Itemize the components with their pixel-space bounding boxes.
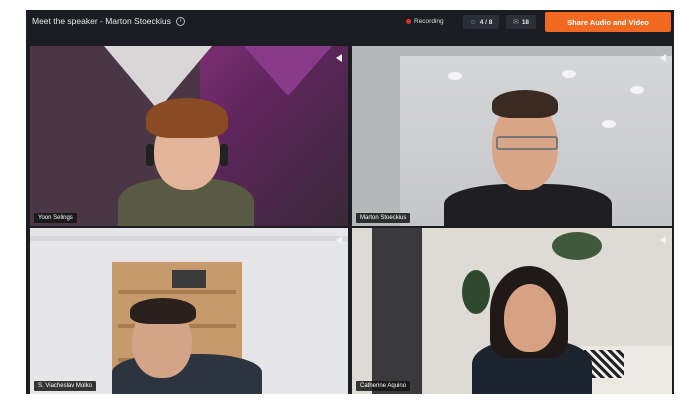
pin-flag-icon[interactable]: [336, 54, 342, 62]
video-tile-3[interactable]: S. Viacheslav Molko: [30, 228, 348, 394]
people-icon: ☺: [469, 18, 477, 26]
participant-body: [444, 184, 612, 226]
meeting-title: Meet the speaker - Marton Stoeckius i: [32, 16, 186, 27]
recording-indicator: Recording: [406, 18, 444, 25]
recording-dot-icon: [406, 19, 411, 24]
video-tile-2[interactable]: Marton Stoeckius: [352, 46, 672, 226]
video-tile-1[interactable]: Yoon Selings: [30, 46, 348, 226]
chat-button[interactable]: ✉ 18: [506, 15, 536, 29]
participant-name: S. Viacheslav Molko: [34, 381, 96, 391]
headphones-icon: [146, 144, 154, 166]
participant-name: Catherine Aquino: [356, 381, 411, 391]
participants-button[interactable]: ☺ 4 / 8: [463, 15, 499, 29]
share-audio-video-button[interactable]: Share Audio and Video: [545, 12, 671, 32]
video-tile-4[interactable]: Catherine Aquino: [352, 228, 672, 394]
pin-flag-icon[interactable]: [336, 236, 342, 244]
participants-count: 4 / 8: [479, 18, 493, 26]
participant-name: Yoon Selings: [34, 213, 77, 223]
chat-count: 18: [521, 18, 530, 26]
participant-name: Marton Stoeckius: [356, 213, 411, 223]
top-bar: Meet the speaker - Marton Stoeckius i Re…: [26, 10, 674, 34]
meeting-title-text: Meet the speaker - Marton Stoeckius: [32, 16, 171, 26]
glasses-icon: [496, 136, 558, 150]
info-icon[interactable]: i: [176, 17, 186, 27]
pin-flag-icon[interactable]: [660, 236, 666, 244]
pin-flag-icon[interactable]: [660, 54, 666, 62]
chat-icon: ✉: [512, 19, 519, 26]
video-call-window: Meet the speaker - Marton Stoeckius i Re…: [26, 10, 674, 394]
recording-label: Recording: [414, 18, 444, 25]
